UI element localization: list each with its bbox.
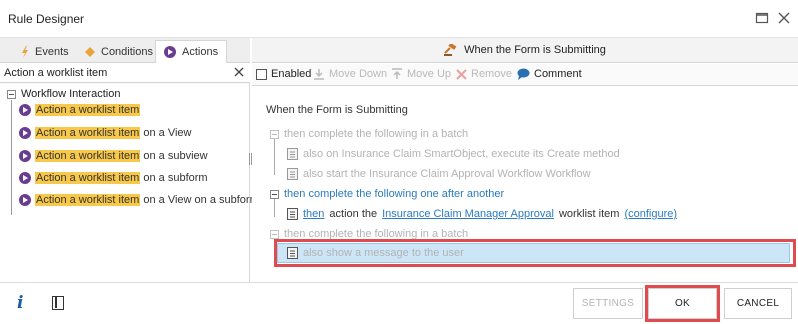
remove-button[interactable]: Remove (456, 68, 512, 80)
rule-toolbar: Enabled Move Down Move Up Remove Comment (252, 64, 798, 86)
rule-action-row[interactable]: also on Insurance Claim SmartObject, exe… (287, 148, 620, 160)
rule-header: When the Form is Submitting (252, 38, 798, 63)
maximize-icon[interactable] (755, 11, 769, 25)
worklist-text: worklist item (558, 208, 620, 220)
action-text: also start the Insurance Claim Approval … (303, 168, 591, 180)
search-match: Action a worklist item (35, 172, 141, 184)
move-down-button[interactable]: Move Down (313, 68, 387, 80)
move-up-label: Move Up (407, 68, 452, 80)
right-panel: When the Form is Submitting Enabled Move… (252, 38, 798, 282)
remove-label: Remove (471, 68, 512, 80)
window-title: Rule Designer (8, 12, 85, 26)
action-arrow-icon (19, 127, 31, 139)
tree-connector (274, 137, 275, 175)
settings-button[interactable]: SETTINGS (573, 288, 643, 319)
action-text: action the (329, 208, 378, 220)
move-up-icon (392, 68, 402, 79)
tab-strip: Events Conditions Actions (0, 38, 250, 64)
comment-button[interactable]: Comment (517, 68, 582, 80)
collapse-icon[interactable] (270, 229, 279, 239)
move-up-button[interactable]: Move Up (391, 68, 451, 80)
remove-icon (456, 68, 467, 80)
cancel-button[interactable]: CANCEL (724, 288, 792, 319)
tree-item-rest: on a View (140, 127, 192, 139)
rule-action-row[interactable]: then action the Insurance Claim Manager … (287, 208, 677, 220)
action-arrow-icon (19, 104, 31, 116)
block-2-label: then complete the following one after an… (284, 188, 505, 200)
lightning-icon (22, 45, 28, 58)
tab-actions-label: Actions (182, 46, 219, 58)
search-match: Action a worklist item (35, 194, 141, 206)
enabled-checkbox[interactable]: Enabled (256, 68, 311, 80)
block-1-label: then complete the following in a batch (284, 128, 469, 140)
action-text: also on Insurance Claim SmartObject, exe… (303, 148, 620, 160)
tab-actions[interactable]: Actions (155, 40, 228, 64)
tree-item-rest: on a subform (140, 172, 208, 184)
document-icon (287, 148, 298, 160)
batch-block-1[interactable]: then complete the following in a batch (270, 128, 468, 140)
configure-link[interactable]: (configure) (624, 208, 677, 220)
action-arrow-icon (19, 150, 31, 162)
tree-item[interactable]: Action a worklist item on a View on a su… (19, 194, 259, 206)
rule-definition: When the Form is Submitting then complet… (252, 87, 798, 282)
close-icon[interactable] (777, 11, 791, 25)
search-match: Action a worklist item (35, 150, 141, 162)
document-icon (287, 168, 298, 180)
tab-events-label: Events (35, 45, 69, 58)
diamond-icon (85, 46, 95, 57)
focus-highlight (274, 239, 796, 267)
document-icon (287, 208, 298, 220)
action-arrow-icon (19, 194, 31, 206)
rule-action-row[interactable]: also start the Insurance Claim Approval … (287, 168, 591, 180)
info-icon[interactable]: i (17, 293, 23, 313)
tab-events[interactable]: Events (12, 40, 78, 63)
gavel-icon (444, 44, 457, 56)
tree-item[interactable]: Action a worklist item on a View (19, 127, 191, 139)
action-arrow-icon (19, 172, 31, 184)
checkbox-box[interactable] (256, 68, 267, 80)
comment-icon (517, 68, 530, 80)
tab-conditions-label: Conditions (101, 45, 153, 58)
tree-item[interactable]: Action a worklist item (19, 104, 141, 116)
worklist-link[interactable]: Insurance Claim Manager Approval (382, 208, 554, 220)
enabled-label: Enabled (271, 68, 312, 80)
tree-connector (274, 197, 275, 217)
tree-item-rest: on a View on a subform (140, 194, 259, 206)
tree-group-workflow-interaction[interactable]: Workflow Interaction (7, 88, 120, 100)
tree-connector (11, 100, 12, 215)
collapse-icon[interactable] (7, 89, 16, 99)
search-match: Action a worklist item (35, 127, 141, 139)
tree-item[interactable]: Action a worklist item on a subform (19, 172, 208, 184)
comment-label: Comment (534, 68, 582, 80)
rule-event: When the Form is Submitting (266, 104, 408, 116)
sequence-block-2[interactable]: then complete the following one after an… (270, 188, 504, 200)
rule-header-title: When the Form is Submitting (464, 44, 606, 56)
move-down-icon (314, 69, 324, 80)
rule-event-text: When the Form is Submitting (266, 104, 408, 116)
left-panel: Events Conditions Actions Workflow Inter… (0, 38, 259, 282)
tree-item-rest: on a subview (140, 150, 208, 162)
search-match: Action a worklist item (35, 104, 141, 116)
panel-toggle-icon[interactable] (52, 296, 64, 310)
arrow-circle-icon (164, 46, 176, 58)
ok-focus-highlight (645, 285, 720, 322)
tree-group-label: Workflow Interaction (21, 88, 121, 100)
actions-tree: Workflow Interaction Action a worklist i… (0, 84, 259, 282)
move-down-label: Move Down (329, 68, 388, 80)
collapse-icon[interactable] (270, 129, 279, 139)
footer: i SETTINGS OK CANCEL (0, 282, 798, 324)
title-bar: Rule Designer (0, 0, 798, 38)
then-link[interactable]: then (303, 208, 324, 220)
tab-conditions[interactable]: Conditions (76, 40, 162, 63)
clear-search-icon[interactable] (233, 66, 245, 78)
tree-item[interactable]: Action a worklist item on a subview (19, 150, 208, 162)
search-input[interactable] (4, 65, 224, 80)
collapse-icon[interactable] (270, 189, 279, 199)
search-bar (0, 63, 250, 83)
